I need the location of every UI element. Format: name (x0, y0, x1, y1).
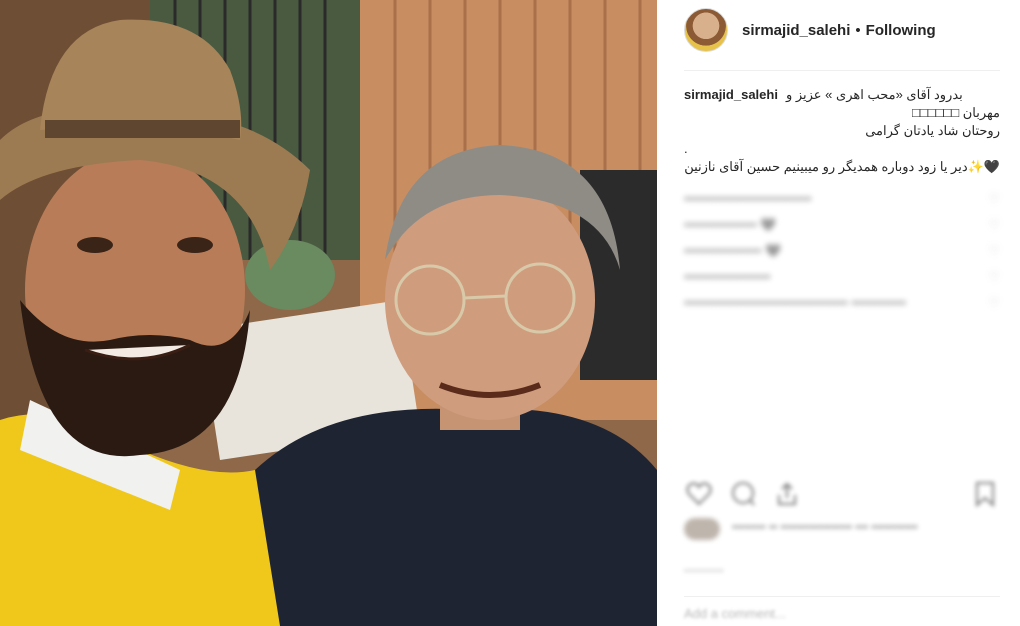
comment-item: •••••••••••••••• 🖤 ♡ (684, 216, 1000, 234)
caption-line-5: 🖤✨دیر یا زود دوباره همدیگر رو میبینیم حس… (684, 159, 1000, 174)
comment-icon[interactable] (728, 479, 758, 509)
comment-text: •••••••••••••••••••••••••••• (684, 191, 812, 206)
comment-like-icon[interactable]: ♡ (988, 242, 1000, 260)
bookmark-icon[interactable] (970, 479, 1000, 509)
comment-divider (684, 596, 1000, 597)
comment-text: •••••••••••••••••••••••••••••••••••• •••… (684, 295, 907, 310)
user-avatar[interactable] (684, 8, 728, 52)
action-bar (684, 476, 1000, 512)
comment-like-icon[interactable]: ♡ (988, 294, 1000, 312)
share-icon[interactable] (772, 479, 802, 509)
header-username[interactable]: sirmajid_salehi (742, 22, 850, 39)
header-separator: • (855, 21, 861, 39)
comment-text: ••••••••••••••••••• (684, 269, 771, 284)
post-photo[interactable] (0, 0, 657, 626)
caption-first-line: sirmajid_salehi بدرود آقای «محب اهری » ع… (684, 86, 1000, 104)
caption-line-2: مهربان □□□□□□ (912, 105, 1000, 120)
following-button[interactable]: Following (866, 22, 936, 39)
comments-list: •••••••••••••••••••••••••••• ♡ •••••••••… (684, 190, 1000, 320)
caption-line-3: روحتان شاد یادتان گرامی (865, 123, 1000, 138)
likers-avatars[interactable] (684, 518, 720, 540)
comment-like-icon[interactable]: ♡ (988, 268, 1000, 286)
photo-image (0, 0, 657, 626)
add-comment-input[interactable]: Add a comment... (684, 606, 786, 621)
comment-like-icon[interactable]: ♡ (988, 190, 1000, 208)
heart-icon[interactable] (684, 479, 714, 509)
likes-summary: •••••••• •• ••••••••••••••••• ••• ••••••… (684, 518, 1000, 540)
post-panel: sirmajid_salehi • Following sirmajid_sal… (658, 0, 1020, 626)
caption-line-4: . (684, 141, 688, 156)
comment-item: ••••••••••••••••• 🖤 ♡ (684, 242, 1000, 260)
caption-line-1: بدرود آقای «محب اهری » عزیز و (785, 87, 963, 102)
caption-username[interactable]: sirmajid_salehi (684, 86, 778, 104)
header-divider (684, 70, 1000, 71)
post-timestamp: •••••••••• (684, 566, 725, 577)
comment-item: •••••••••••••••••••••••••••••••••••• •••… (684, 294, 1000, 312)
post-caption: sirmajid_salehi بدرود آقای «محب اهری » ع… (684, 86, 1000, 176)
likes-text[interactable]: •••••••• •• ••••••••••••••••• ••• ••••••… (732, 518, 918, 540)
comment-item: ••••••••••••••••••• ♡ (684, 268, 1000, 286)
comment-text: •••••••••••••••• 🖤 (684, 217, 777, 232)
post-header: sirmajid_salehi • Following (684, 7, 1000, 53)
comment-like-icon[interactable]: ♡ (988, 216, 1000, 234)
comment-text: ••••••••••••••••• 🖤 (684, 243, 782, 258)
comment-item: •••••••••••••••••••••••••••• ♡ (684, 190, 1000, 208)
